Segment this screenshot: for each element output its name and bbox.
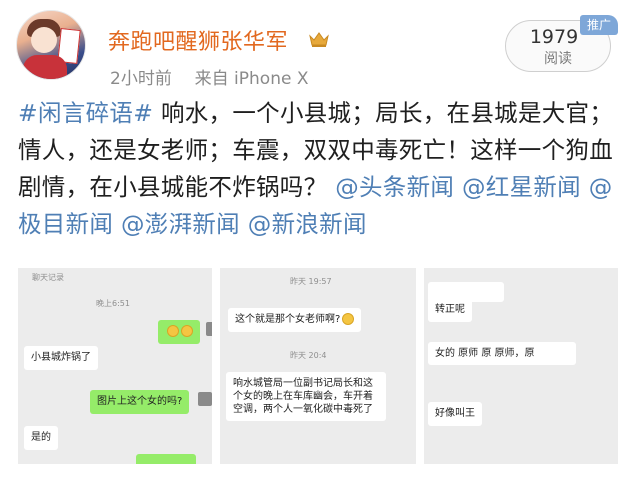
chat-bubble-news: 响水城管局一位副书记局长和这个女的晚上在车库幽会，车开着空调，两个人一氧化碳中毒… xyxy=(226,372,386,421)
emoji-icon xyxy=(342,313,355,325)
chat-time: 晚上6:51 xyxy=(96,299,130,308)
post-time: 2小时前 xyxy=(110,69,172,89)
chat-time: 昨天 19:57 xyxy=(290,277,332,286)
chat-screenshot-2[interactable]: 昨天 19:57 这个就是那个女老师啊? 昨天 20:4 响水城管局一位副书记局… xyxy=(220,268,416,464)
crown-icon xyxy=(309,32,329,47)
topic-link[interactable]: #闲言碎语# xyxy=(18,99,153,127)
watermark xyxy=(560,228,600,252)
post-text: #闲言碎语# 响水，一个小县城；局长，在县城是大官；情人，还是女老师；车震，双双… xyxy=(18,95,620,243)
chat-bubble-emoji xyxy=(158,320,200,344)
avatar[interactable] xyxy=(16,10,86,80)
chat-time: 昨天 20:4 xyxy=(290,351,327,360)
chat-bubble-yes: 是的 xyxy=(24,426,58,450)
source-device: iPhone X xyxy=(234,69,309,89)
chat-screenshot-3[interactable]: 转正呢 女的 原师 原 原师，原 好像叫王 xyxy=(424,268,618,464)
avatar-face xyxy=(31,27,57,53)
post-meta: 2小时前 来自 iPhone X xyxy=(110,64,308,89)
mention-pengpai[interactable]: @澎湃新闻 xyxy=(121,210,240,238)
emoji-icon xyxy=(181,325,193,337)
chat-bubble-role: 女的 原师 原 原师，原 xyxy=(428,342,576,365)
chat-bubble-name: 好像叫王 xyxy=(428,402,482,426)
chat-screenshot-1[interactable]: 聊天记录 晚上6:51 小县城炸锅了 图片上这个女的吗? 是的 xyxy=(18,268,212,464)
mention-sina[interactable]: @新浪新闻 xyxy=(248,210,367,238)
chat-bubble-question: 图片上这个女的吗? xyxy=(90,390,190,414)
username[interactable]: 奔跑吧醒狮张华军 xyxy=(108,24,288,56)
emoji-icon xyxy=(167,325,179,337)
source-prefix: 来自 xyxy=(194,69,229,89)
chat-avatar xyxy=(206,322,212,336)
chat-bubble-partial xyxy=(136,454,196,464)
mention-hongxing[interactable]: @红星新闻 xyxy=(462,173,581,201)
mention-toutiao[interactable]: @头条新闻 xyxy=(335,173,454,201)
avatar-body xyxy=(23,55,67,79)
chat-bubble-transfer: 转正呢 xyxy=(428,298,472,322)
promo-badge[interactable]: 推广 xyxy=(580,15,618,35)
chat-header: 聊天记录 xyxy=(32,273,64,282)
chat-bubble-exploded: 小县城炸锅了 xyxy=(24,346,98,370)
chat-bubble-teacher: 这个就是那个女老师啊? xyxy=(228,308,362,332)
chat-bubble-teacher-text: 这个就是那个女老师啊? xyxy=(235,314,341,325)
chat-avatar xyxy=(198,392,212,406)
read-label: 阅读 xyxy=(544,51,572,67)
